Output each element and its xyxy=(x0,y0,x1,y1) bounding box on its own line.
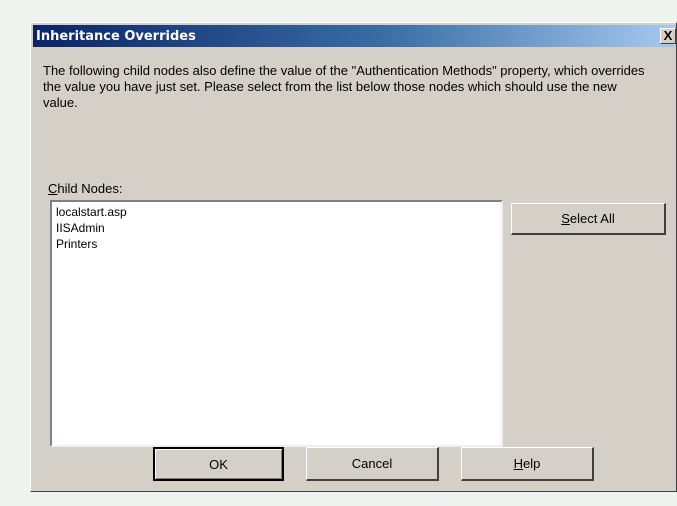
child-nodes-listbox[interactable]: localstart.asp IISAdmin Printers xyxy=(50,200,503,447)
child-nodes-label-rest: hild Nodes: xyxy=(57,181,123,196)
list-item-printers[interactable]: Printers xyxy=(56,236,497,252)
dialog-title: Inheritance Overrides xyxy=(36,28,196,44)
ok-label: OK xyxy=(209,456,228,472)
help-button[interactable]: Help xyxy=(461,447,594,481)
cancel-button[interactable]: Cancel xyxy=(306,447,439,481)
select-all-label: elect All xyxy=(569,211,615,226)
list-item-localstart[interactable]: localstart.asp xyxy=(56,204,497,220)
child-nodes-accel: C xyxy=(48,181,58,196)
select-all-accel: S xyxy=(561,211,570,226)
description-text: The following child nodes also define th… xyxy=(43,63,645,110)
help-label: elp xyxy=(523,456,541,471)
list-item-iisadmin[interactable]: IISAdmin xyxy=(56,220,497,236)
cancel-label: Cancel xyxy=(351,456,393,471)
help-accel: H xyxy=(513,456,524,471)
title-bar[interactable]: Inheritance Overrides X xyxy=(33,25,676,47)
child-nodes-label: Child Nodes: xyxy=(48,181,122,196)
select-all-button[interactable]: Select All xyxy=(511,203,666,235)
ok-button[interactable]: OK xyxy=(153,447,284,481)
inheritance-overrides-dialog: Inheritance Overrides X The following ch… xyxy=(30,22,677,492)
close-icon[interactable]: X xyxy=(660,28,676,44)
